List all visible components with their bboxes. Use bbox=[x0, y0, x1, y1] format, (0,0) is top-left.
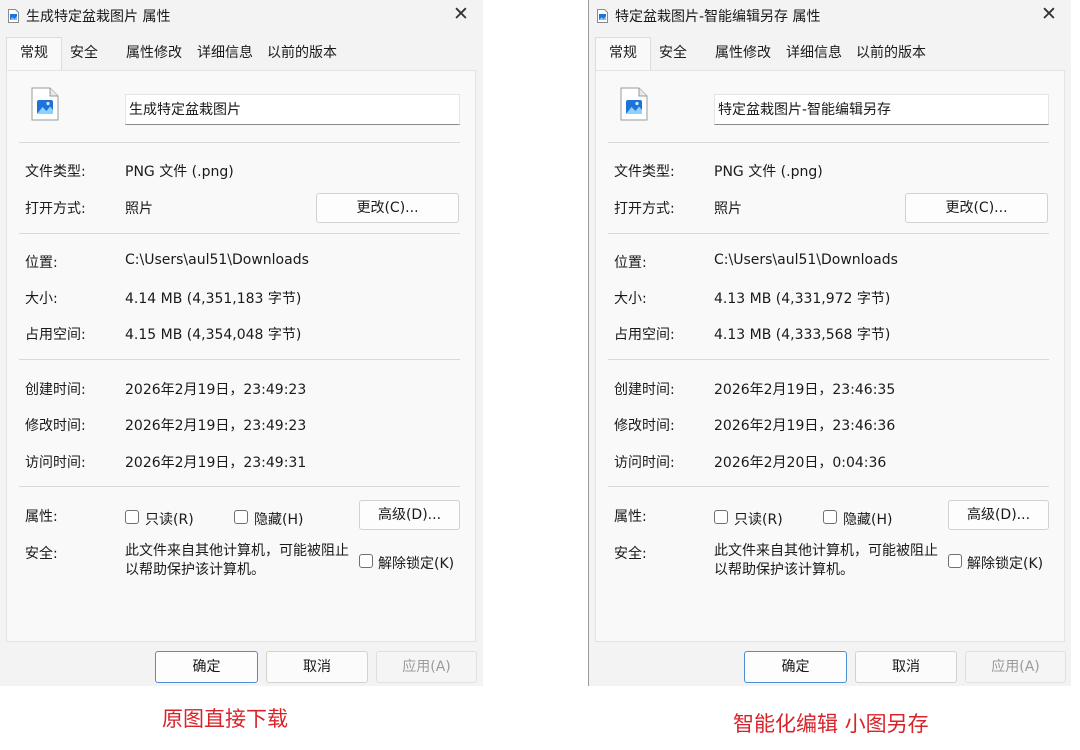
readonly-checkbox[interactable] bbox=[125, 510, 139, 524]
cancel-button[interactable]: 取消 bbox=[855, 651, 957, 683]
tab-strip: 常规 安全 属性修改 详细信息 以前的版本 bbox=[0, 37, 483, 70]
tab-security[interactable]: 安全 bbox=[70, 38, 98, 69]
image-file-icon bbox=[597, 8, 608, 23]
window-title: 特定盆栽图片-智能编辑另存 属性 bbox=[615, 9, 821, 25]
hidden-checkbox[interactable] bbox=[234, 510, 248, 524]
modified-value: 2026年2月19日，23:46:36 bbox=[714, 418, 896, 434]
hidden-checkbox[interactable] bbox=[823, 510, 837, 524]
tab-security[interactable]: 安全 bbox=[659, 38, 687, 69]
caption-smart-edit-save: 智能化编辑 小图另存 bbox=[733, 712, 929, 736]
unblock-checkbox[interactable] bbox=[359, 554, 373, 568]
file-type-label: 文件类型: bbox=[25, 164, 86, 180]
tab-property-edit[interactable]: 属性修改 bbox=[715, 38, 771, 69]
png-image-file-icon bbox=[31, 87, 59, 121]
tab-property-edit[interactable]: 属性修改 bbox=[126, 38, 182, 69]
tab-general[interactable]: 常规 bbox=[6, 37, 62, 70]
change-button[interactable]: 更改(C)... bbox=[905, 193, 1048, 223]
change-button[interactable]: 更改(C)... bbox=[316, 193, 459, 223]
advanced-button[interactable]: 高级(D)... bbox=[948, 500, 1049, 530]
location-label: 位置: bbox=[614, 255, 647, 271]
open-with-label: 打开方式: bbox=[614, 201, 675, 217]
hidden-label[interactable]: 隐藏(H) bbox=[254, 509, 303, 529]
title-bar: 特定盆栽图片-智能编辑另存 属性 ✕ bbox=[589, 0, 1071, 30]
image-file-icon bbox=[8, 8, 19, 23]
created-label: 创建时间: bbox=[614, 382, 675, 398]
accessed-label: 访问时间: bbox=[25, 455, 86, 471]
png-image-file-icon bbox=[620, 87, 648, 121]
apply-button: 应用(A) bbox=[965, 651, 1066, 683]
file-name-input[interactable]: 生成特定盆栽图片 bbox=[125, 94, 460, 125]
file-name-input[interactable]: 特定盆栽图片-智能编辑另存 bbox=[714, 94, 1049, 125]
created-value: 2026年2月19日，23:46:35 bbox=[714, 382, 896, 398]
cancel-button[interactable]: 取消 bbox=[266, 651, 368, 683]
size-on-disk-value: 4.13 MB (4,333,568 字节) bbox=[714, 327, 891, 343]
divider bbox=[608, 359, 1049, 360]
divider bbox=[19, 233, 460, 234]
security-message: 此文件来自其他计算机，可能被阻止以帮助保护该计算机。 bbox=[125, 543, 349, 578]
hidden-label[interactable]: 隐藏(H) bbox=[843, 509, 892, 529]
open-with-label: 打开方式: bbox=[25, 201, 86, 217]
size-on-disk-label: 占用空间: bbox=[25, 327, 86, 343]
open-with-value: 照片 bbox=[125, 201, 153, 217]
close-icon[interactable]: ✕ bbox=[1033, 2, 1065, 28]
tab-general[interactable]: 常规 bbox=[595, 37, 651, 70]
modified-label: 修改时间: bbox=[25, 418, 86, 434]
open-with-value: 照片 bbox=[714, 201, 742, 217]
attributes-label: 属性: bbox=[25, 509, 58, 525]
modified-value: 2026年2月19日，23:49:23 bbox=[125, 418, 307, 434]
created-value: 2026年2月19日，23:49:23 bbox=[125, 382, 307, 398]
caption-original-download: 原图直接下载 bbox=[162, 707, 288, 731]
security-label: 安全: bbox=[614, 546, 647, 562]
file-type-value: PNG 文件 (.png) bbox=[714, 164, 823, 180]
ok-button[interactable]: 确定 bbox=[155, 651, 258, 683]
divider bbox=[19, 359, 460, 360]
divider bbox=[19, 486, 460, 487]
close-icon[interactable]: ✕ bbox=[445, 2, 477, 28]
readonly-label[interactable]: 只读(R) bbox=[734, 509, 783, 529]
tab-strip: 常规 安全 属性修改 详细信息 以前的版本 bbox=[589, 37, 1071, 70]
tab-details[interactable]: 详细信息 bbox=[786, 38, 842, 69]
ok-button[interactable]: 确定 bbox=[744, 651, 847, 683]
readonly-checkbox[interactable] bbox=[714, 510, 728, 524]
properties-dialog-original: 生成特定盆栽图片 属性 ✕ 常规 安全 属性修改 详细信息 以前的版本 生成特定… bbox=[0, 0, 483, 686]
tab-previous-versions[interactable]: 以前的版本 bbox=[856, 38, 926, 69]
divider bbox=[608, 142, 1049, 143]
accessed-value: 2026年2月19日，23:49:31 bbox=[125, 455, 307, 471]
divider bbox=[608, 486, 1049, 487]
size-label: 大小: bbox=[614, 291, 647, 307]
title-bar: 生成特定盆栽图片 属性 ✕ bbox=[0, 0, 483, 30]
size-on-disk-value: 4.15 MB (4,354,048 字节) bbox=[125, 327, 302, 343]
apply-button: 应用(A) bbox=[376, 651, 477, 683]
general-panel: 特定盆栽图片-智能编辑另存 文件类型: PNG 文件 (.png) 打开方式: … bbox=[595, 70, 1065, 642]
general-panel: 生成特定盆栽图片 文件类型: PNG 文件 (.png) 打开方式: 照片 更改… bbox=[6, 70, 476, 642]
properties-dialog-edited: 特定盆栽图片-智能编辑另存 属性 ✕ 常规 安全 属性修改 详细信息 以前的版本… bbox=[588, 0, 1071, 686]
window-title: 生成特定盆栽图片 属性 bbox=[26, 9, 171, 25]
security-message: 此文件来自其他计算机，可能被阻止以帮助保护该计算机。 bbox=[714, 543, 938, 578]
size-label: 大小: bbox=[25, 291, 58, 307]
divider bbox=[608, 233, 1049, 234]
location-label: 位置: bbox=[25, 255, 58, 271]
size-value: 4.13 MB (4,331,972 字节) bbox=[714, 291, 891, 307]
readonly-label[interactable]: 只读(R) bbox=[145, 509, 194, 529]
location-value: C:\Users\aul51\Downloads bbox=[714, 252, 898, 268]
tab-previous-versions[interactable]: 以前的版本 bbox=[267, 38, 337, 69]
location-value: C:\Users\aul51\Downloads bbox=[125, 252, 309, 268]
file-type-value: PNG 文件 (.png) bbox=[125, 164, 234, 180]
unblock-label[interactable]: 解除锁定(K) bbox=[378, 553, 454, 573]
size-on-disk-label: 占用空间: bbox=[614, 327, 675, 343]
accessed-value: 2026年2月20日，0:04:36 bbox=[714, 455, 887, 471]
security-label: 安全: bbox=[25, 546, 58, 562]
advanced-button[interactable]: 高级(D)... bbox=[359, 500, 460, 530]
unblock-label[interactable]: 解除锁定(K) bbox=[967, 553, 1043, 573]
divider bbox=[19, 142, 460, 143]
tab-details[interactable]: 详细信息 bbox=[197, 38, 253, 69]
unblock-checkbox[interactable] bbox=[948, 554, 962, 568]
accessed-label: 访问时间: bbox=[614, 455, 675, 471]
size-value: 4.14 MB (4,351,183 字节) bbox=[125, 291, 302, 307]
attributes-label: 属性: bbox=[614, 509, 647, 525]
modified-label: 修改时间: bbox=[614, 418, 675, 434]
created-label: 创建时间: bbox=[25, 382, 86, 398]
file-type-label: 文件类型: bbox=[614, 164, 675, 180]
